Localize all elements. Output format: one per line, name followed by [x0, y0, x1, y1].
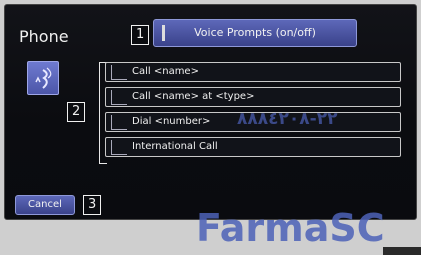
voice-recognition-icon: [27, 61, 59, 95]
voice-command-icon: [111, 140, 127, 155]
watermark-brand: FarmaSC: [196, 206, 385, 250]
callout-1: 1: [131, 25, 150, 45]
page-title: Phone: [19, 27, 69, 46]
cancel-button[interactable]: Cancel: [15, 195, 75, 215]
command-label: International Call: [132, 141, 218, 152]
toggle-indicator-icon: [162, 25, 165, 41]
voice-command-icon: [111, 90, 127, 105]
voice-recognition-glyph: [35, 67, 52, 89]
callout-3: 3: [83, 195, 102, 215]
callout-2: 2: [67, 102, 86, 122]
command-label: Call <name> at <type>: [132, 91, 255, 102]
voice-command-icon: [111, 115, 127, 130]
voice-prompts-toggle-button[interactable]: Voice Prompts (on/off): [153, 19, 357, 47]
command-label: Dial <number>: [132, 116, 211, 127]
voice-command-icon: [111, 65, 127, 80]
command-international-call[interactable]: International Call: [105, 137, 401, 157]
voice-prompts-label: Voice Prompts (on/off): [194, 26, 316, 39]
phone-voice-screen: Phone 1 Voice Prompts (on/off) 2 Call <n…: [4, 4, 417, 220]
command-call-name[interactable]: Call <name>: [105, 62, 401, 82]
corner-tag: [383, 247, 421, 255]
watermark-arabic-number: ٢٢-٨٨٨٤٢٠٨: [237, 109, 338, 129]
command-call-name-at-type[interactable]: Call <name> at <type>: [105, 87, 401, 107]
command-label: Call <name>: [132, 66, 199, 77]
